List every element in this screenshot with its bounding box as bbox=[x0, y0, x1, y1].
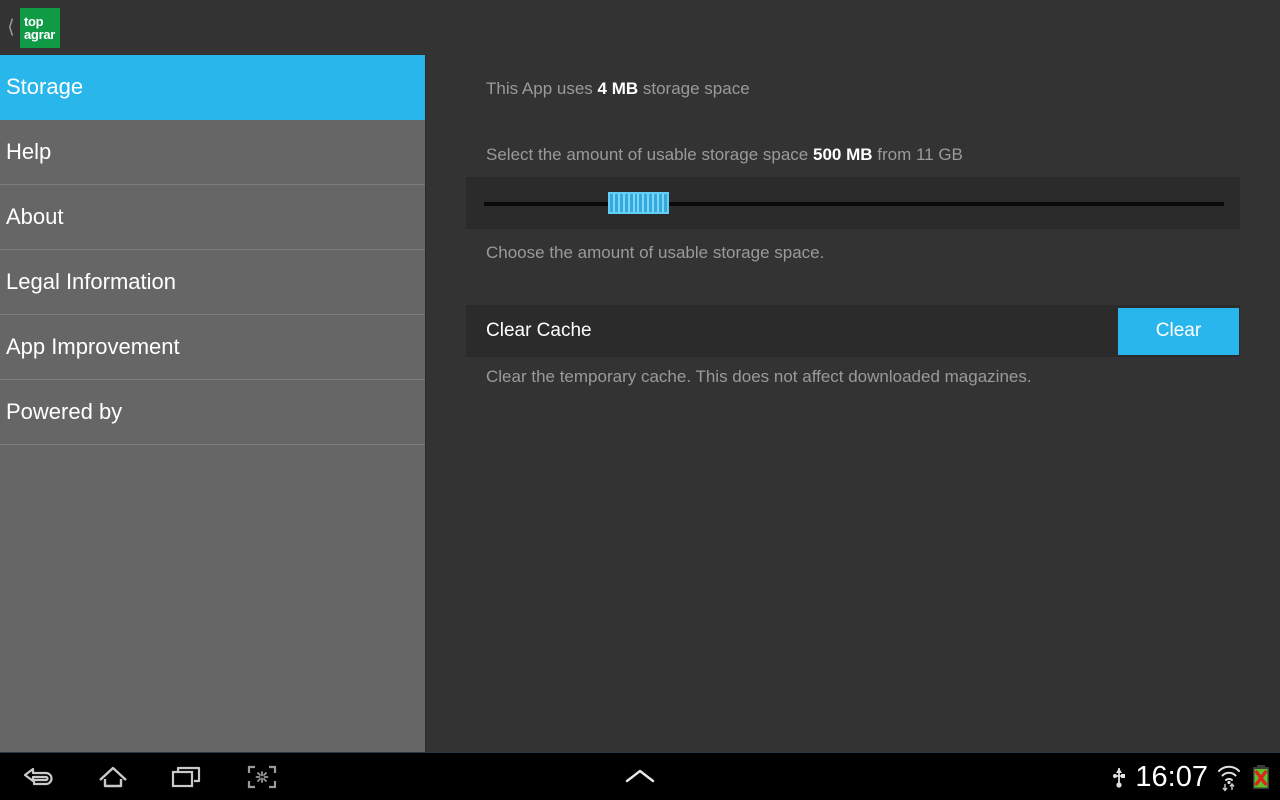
clear-cache-label: Clear Cache bbox=[486, 320, 592, 341]
slider-hint-text: Choose the amount of usable storage spac… bbox=[486, 243, 825, 262]
back-chevron-icon[interactable]: ⟨ bbox=[2, 18, 20, 37]
app-logo-line1: top bbox=[24, 13, 44, 29]
sidebar-item-label: App Improvement bbox=[6, 334, 180, 359]
usage-suffix: storage space bbox=[638, 79, 750, 98]
android-tablet-screen: ⟨ top agrar Storage Help About Legal Inf… bbox=[0, 0, 1280, 800]
status-area[interactable]: 16:07 bbox=[1111, 753, 1272, 800]
battery-error-icon bbox=[1250, 762, 1272, 792]
clear-cache-row: Clear Cache Clear bbox=[466, 305, 1240, 357]
select-suffix: from 11 GB bbox=[872, 145, 963, 164]
android-navigation-bar: 16:07 bbox=[0, 752, 1280, 800]
action-bar: ⟨ top agrar bbox=[0, 0, 1280, 55]
settings-sidebar: Storage Help About Legal Information App… bbox=[0, 55, 426, 752]
app-storage-usage-text: This App uses 4 MB storage space bbox=[486, 79, 750, 99]
sidebar-item-storage[interactable]: Storage bbox=[0, 55, 425, 120]
status-clock: 16:07 bbox=[1135, 760, 1208, 793]
app-logo-line2: agrar bbox=[24, 26, 56, 42]
clear-cache-button[interactable]: Clear bbox=[1118, 307, 1239, 355]
sidebar-item-legal-information[interactable]: Legal Information bbox=[0, 250, 425, 315]
usable-storage-text: Select the amount of usable storage spac… bbox=[486, 145, 963, 165]
storage-slider[interactable] bbox=[466, 177, 1240, 229]
sidebar-item-label: Powered by bbox=[6, 399, 123, 424]
sidebar-item-help[interactable]: Help bbox=[0, 120, 425, 185]
slider-thumb[interactable] bbox=[608, 192, 669, 214]
sidebar-item-label: About bbox=[6, 204, 64, 229]
sidebar-item-powered-by[interactable]: Powered by bbox=[0, 380, 425, 445]
usage-prefix: This App uses bbox=[486, 79, 598, 98]
select-prefix: Select the amount of usable storage spac… bbox=[486, 145, 813, 164]
storage-slider-card bbox=[466, 177, 1240, 229]
storage-settings-panel: This App uses 4 MB storage space Select … bbox=[427, 55, 1280, 752]
sidebar-item-label: Help bbox=[6, 139, 52, 164]
back-arrow-icon[interactable] bbox=[10, 753, 68, 800]
screenshot-capture-icon[interactable] bbox=[233, 753, 291, 800]
sidebar-item-label: Legal Information bbox=[6, 269, 176, 294]
usb-icon bbox=[1111, 763, 1127, 791]
wifi-icon bbox=[1216, 762, 1242, 792]
chevron-up-icon[interactable] bbox=[611, 753, 669, 800]
clear-cache-hint-text: Clear the temporary cache. This does not… bbox=[486, 367, 1032, 386]
sidebar-item-about[interactable]: About bbox=[0, 185, 425, 250]
sidebar-item-app-improvement[interactable]: App Improvement bbox=[0, 315, 425, 380]
usage-value: 4 MB bbox=[597, 79, 639, 98]
app-logo[interactable]: top agrar bbox=[20, 7, 60, 48]
sidebar-item-label: Storage bbox=[6, 74, 84, 99]
select-value: 500 MB bbox=[812, 145, 873, 164]
slider-track bbox=[484, 202, 1224, 206]
sidebar-empty-area bbox=[0, 445, 425, 697]
home-icon[interactable] bbox=[84, 753, 142, 800]
recent-apps-icon[interactable] bbox=[158, 753, 216, 800]
